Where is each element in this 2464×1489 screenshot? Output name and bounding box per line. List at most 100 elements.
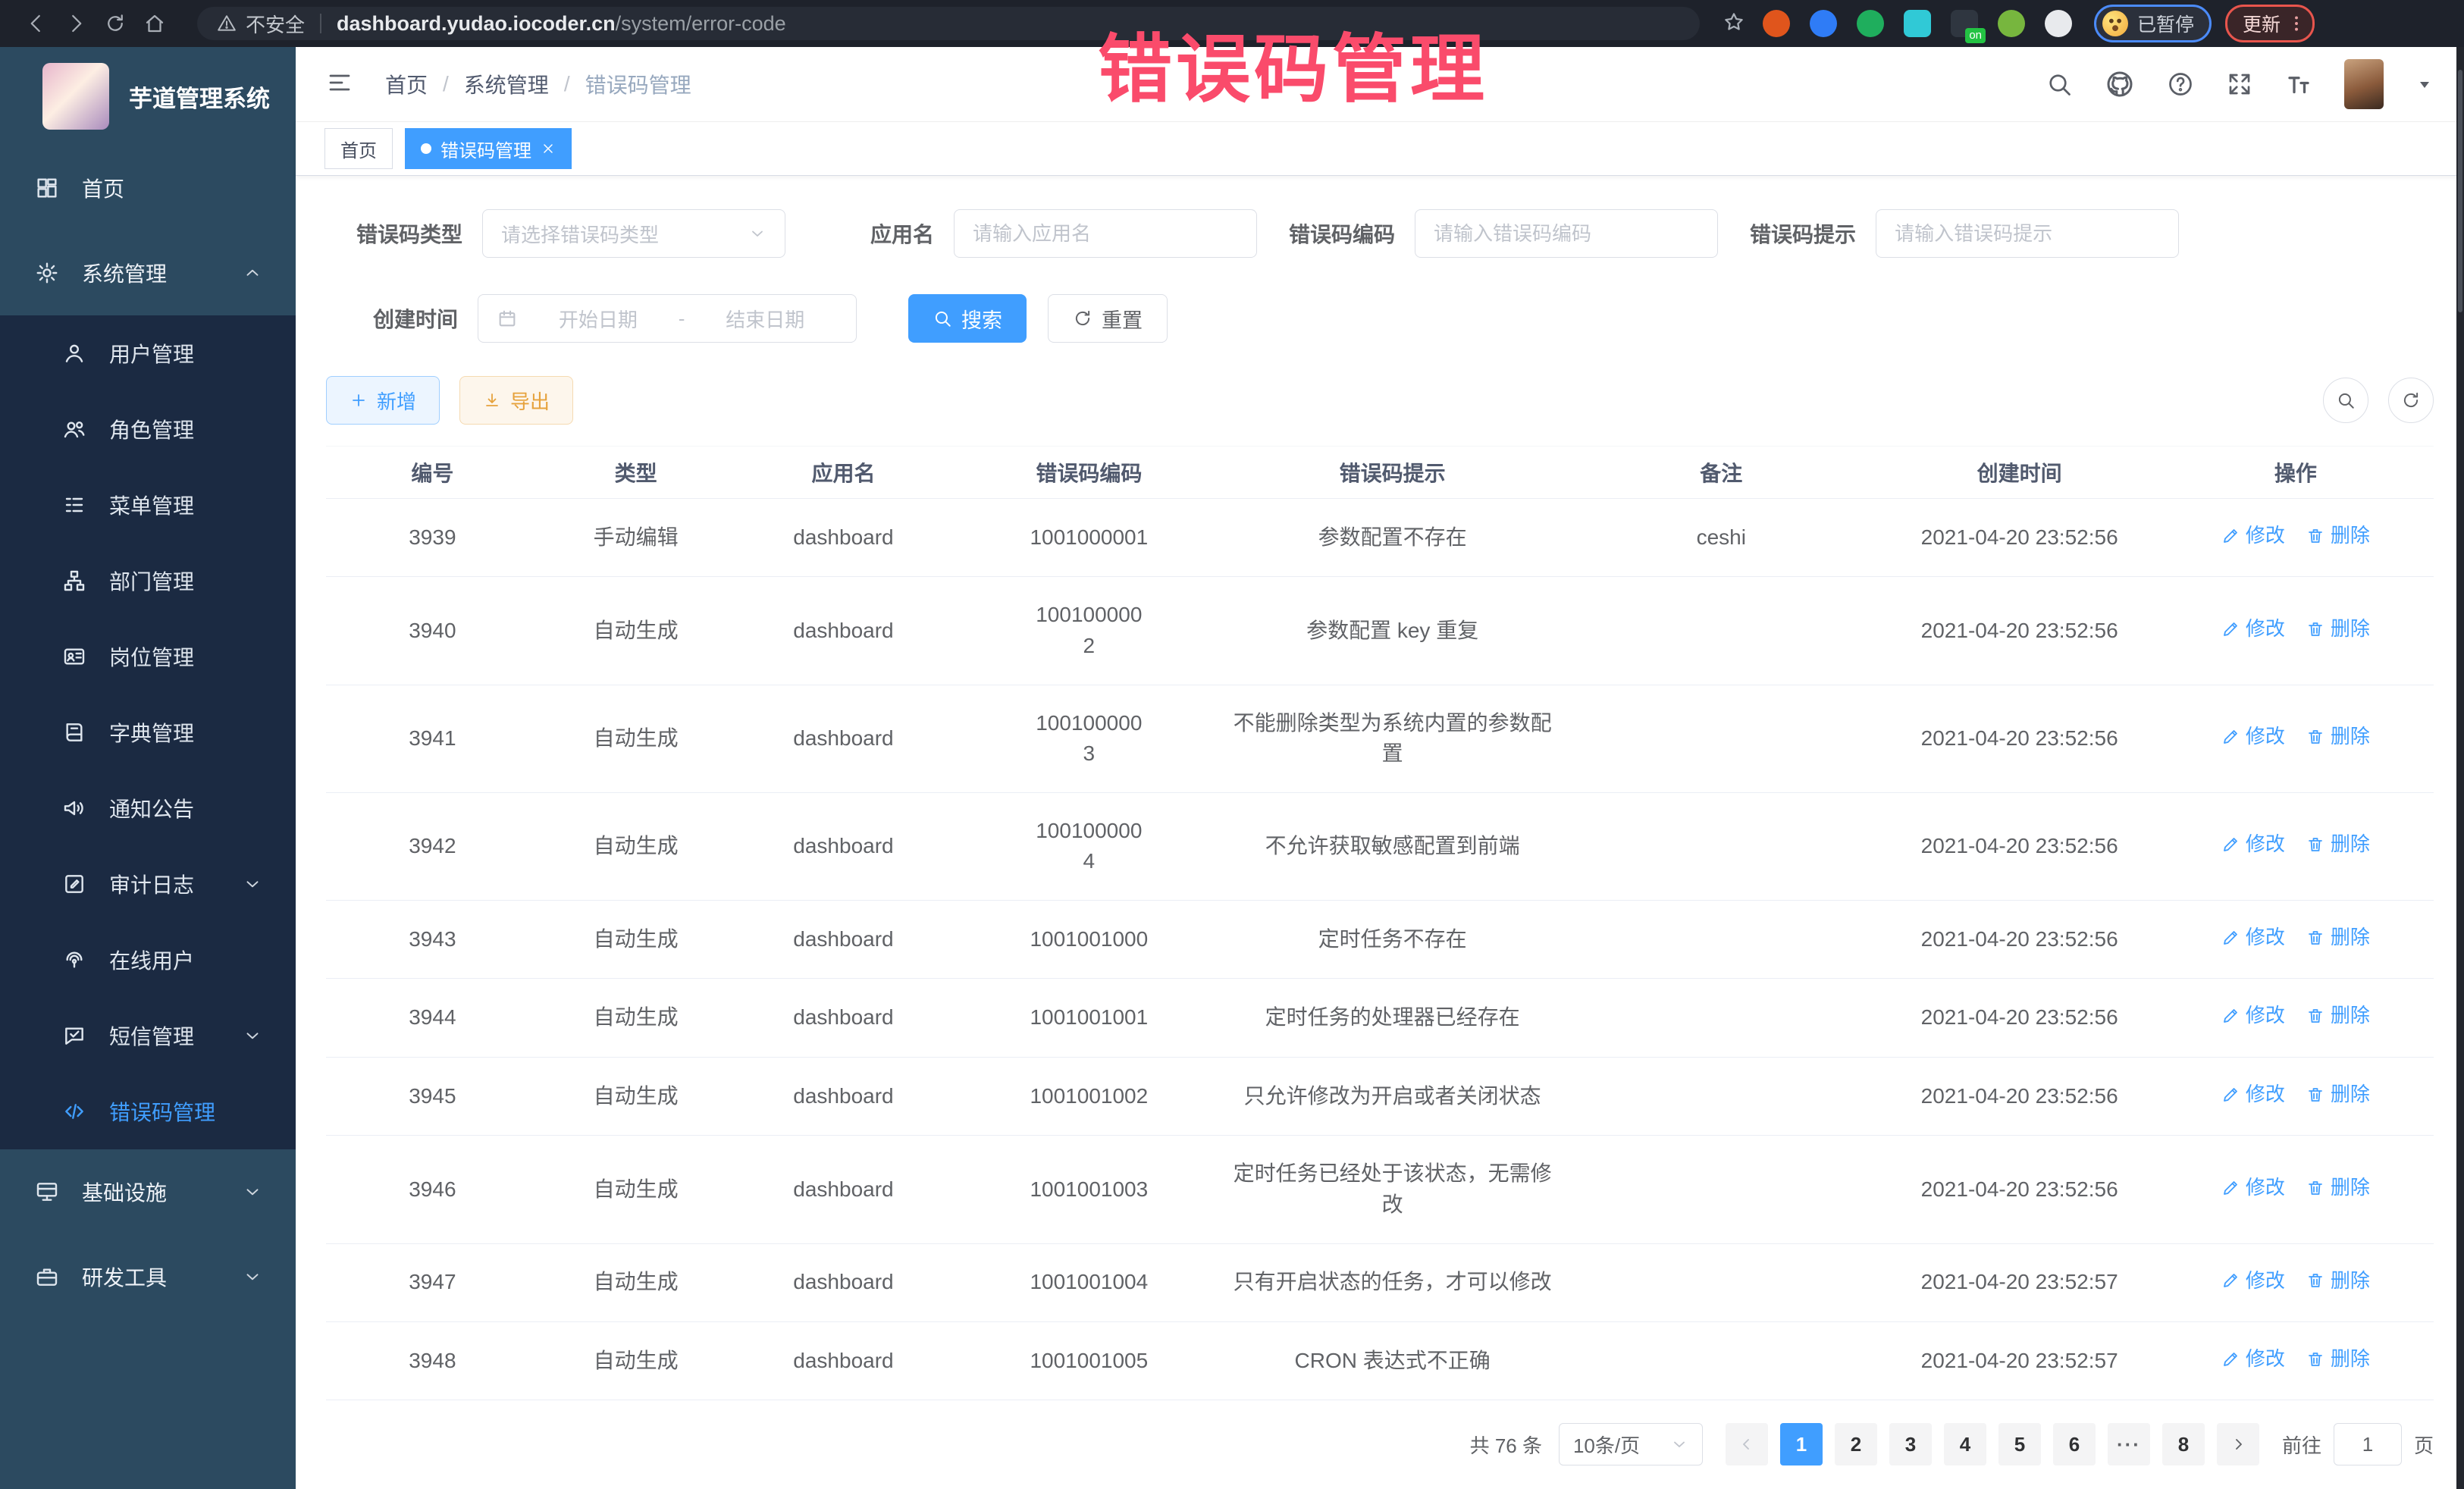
page-ellipsis[interactable]: ··· bbox=[2108, 1423, 2150, 1465]
reset-button-label: 重置 bbox=[1102, 304, 1143, 334]
row-id: 3947 bbox=[326, 1243, 539, 1321]
field-label: 创建时间 bbox=[373, 303, 458, 334]
browser-scrollbar[interactable] bbox=[2456, 47, 2464, 1489]
chevron-down-icon bbox=[243, 874, 262, 894]
sidebar-item[interactable]: 通知公告 bbox=[0, 770, 296, 846]
trash-icon bbox=[2306, 1350, 2324, 1368]
pencil-icon bbox=[2221, 728, 2240, 746]
delete-link[interactable]: 删除 bbox=[2306, 615, 2370, 644]
breadcrumb-item[interactable]: 系统管理 bbox=[464, 69, 549, 99]
edit-link[interactable]: 修改 bbox=[2221, 923, 2285, 952]
breadcrumb-item[interactable]: 首页 bbox=[385, 69, 428, 99]
delete-link[interactable]: 删除 bbox=[2306, 1080, 2370, 1109]
edit-link[interactable]: 修改 bbox=[2221, 1002, 2285, 1030]
error-code-type-select[interactable]: 请选择错误码类型 bbox=[482, 209, 785, 258]
delete-link[interactable]: 删除 bbox=[2306, 1002, 2370, 1030]
help-icon[interactable] bbox=[2167, 71, 2194, 98]
user-avatar[interactable] bbox=[2344, 59, 2384, 109]
breadcrumb-item: 错误码管理 bbox=[585, 69, 691, 99]
browser-menu-icon[interactable] bbox=[2287, 14, 2306, 33]
goto-page-input[interactable] bbox=[2334, 1423, 2402, 1465]
delete-link[interactable]: 删除 bbox=[2306, 723, 2370, 751]
sidebar-item[interactable]: 字典管理 bbox=[0, 694, 296, 770]
sidebar-item[interactable]: 菜单管理 bbox=[0, 467, 296, 543]
row-message: 定时任务不存在 bbox=[1224, 901, 1561, 979]
edit-link[interactable]: 修改 bbox=[2221, 1080, 2285, 1109]
export-button[interactable]: 导出 bbox=[459, 376, 573, 425]
caret-down-icon[interactable] bbox=[2415, 75, 2434, 93]
github-icon[interactable] bbox=[2105, 69, 2135, 99]
delete-link[interactable]: 删除 bbox=[2306, 1267, 2370, 1296]
edit-link[interactable]: 修改 bbox=[2221, 1174, 2285, 1202]
error-code-input[interactable] bbox=[1415, 209, 1718, 258]
extension-icon[interactable] bbox=[1857, 10, 1884, 37]
date-range-picker[interactable]: 开始日期 - 结束日期 bbox=[478, 294, 857, 343]
page-number-button[interactable]: 6 bbox=[2053, 1423, 2096, 1465]
error-message-input[interactable] bbox=[1876, 209, 2179, 258]
sidebar-item[interactable]: 岗位管理 bbox=[0, 619, 296, 694]
search-button[interactable]: 搜索 bbox=[908, 294, 1027, 343]
edit-link[interactable]: 修改 bbox=[2221, 1345, 2285, 1374]
sidebar-item[interactable]: 短信管理 bbox=[0, 998, 296, 1074]
extension-icon[interactable] bbox=[2045, 10, 2072, 37]
table-row: 3946自动生成dashboard1001001003定时任务已经处于该状态，无… bbox=[326, 1136, 2434, 1243]
table-row: 3948自动生成dashboard1001001005CRON 表达式不正确20… bbox=[326, 1321, 2434, 1400]
toggle-search-button[interactable] bbox=[2323, 378, 2368, 423]
sidebar-item[interactable]: 研发工具 bbox=[0, 1234, 296, 1319]
extension-icon[interactable]: on bbox=[1951, 10, 1978, 37]
sidebar-item[interactable]: 基础设施 bbox=[0, 1149, 296, 1234]
header-search-icon[interactable] bbox=[2045, 71, 2073, 98]
extension-icon[interactable] bbox=[1763, 10, 1790, 37]
page-number-button[interactable]: 2 bbox=[1835, 1423, 1877, 1465]
fullscreen-icon[interactable] bbox=[2226, 71, 2253, 98]
page-number-button[interactable]: 3 bbox=[1889, 1423, 1932, 1465]
sidebar-item[interactable]: 审计日志 bbox=[0, 846, 296, 922]
extension-icon[interactable] bbox=[1998, 10, 2025, 37]
page-number-button[interactable]: 4 bbox=[1944, 1423, 1986, 1465]
delete-link[interactable]: 删除 bbox=[2306, 1345, 2370, 1374]
page-number-button[interactable]: 5 bbox=[1998, 1423, 2041, 1465]
browser-home-button[interactable] bbox=[135, 7, 174, 40]
view-tag[interactable]: 错误码管理 bbox=[405, 128, 572, 169]
page-size-select[interactable]: 10条/页 bbox=[1559, 1423, 1703, 1465]
sidebar-item[interactable]: 错误码管理 bbox=[0, 1074, 296, 1149]
filter-error-code: 错误码编码 bbox=[1289, 209, 1718, 258]
column-header: 应用名 bbox=[733, 447, 955, 499]
browser-profile-button[interactable]: 已暂停 bbox=[2094, 5, 2212, 42]
delete-link[interactable]: 删除 bbox=[2306, 522, 2370, 550]
delete-link[interactable]: 删除 bbox=[2306, 1174, 2370, 1202]
sidebar-item[interactable]: 角色管理 bbox=[0, 391, 296, 467]
browser-back-button[interactable] bbox=[17, 7, 56, 40]
font-size-icon[interactable] bbox=[2285, 71, 2312, 98]
sidebar-collapse-button[interactable] bbox=[326, 69, 353, 100]
refresh-table-button[interactable] bbox=[2388, 378, 2434, 423]
sidebar-item[interactable]: 用户管理 bbox=[0, 315, 296, 391]
brand-area[interactable]: 芋道管理系统 bbox=[0, 47, 296, 146]
sidebar-item[interactable]: 部门管理 bbox=[0, 543, 296, 619]
edit-link[interactable]: 修改 bbox=[2221, 615, 2285, 644]
extension-icon[interactable] bbox=[1904, 10, 1931, 37]
reset-button[interactable]: 重置 bbox=[1048, 294, 1168, 343]
sidebar-item[interactable]: 系统管理 bbox=[0, 230, 296, 315]
browser-forward-button[interactable] bbox=[56, 7, 96, 40]
sidebar-item[interactable]: 在线用户 bbox=[0, 922, 296, 998]
page-number-button[interactable]: 8 bbox=[2162, 1423, 2205, 1465]
edit-link[interactable]: 修改 bbox=[2221, 1267, 2285, 1296]
edit-link[interactable]: 修改 bbox=[2221, 830, 2285, 859]
close-icon[interactable] bbox=[541, 141, 556, 156]
bookmark-star-button[interactable] bbox=[1723, 11, 1745, 37]
app-name-input[interactable] bbox=[954, 209, 1257, 258]
delete-link[interactable]: 删除 bbox=[2306, 830, 2370, 859]
delete-link[interactable]: 删除 bbox=[2306, 923, 2370, 952]
prev-page-button[interactable] bbox=[1726, 1423, 1768, 1465]
sidebar-item[interactable]: 首页 bbox=[0, 146, 296, 230]
add-button[interactable]: 新增 bbox=[326, 376, 440, 425]
browser-update-button[interactable]: 更新 bbox=[2225, 5, 2315, 42]
browser-reload-button[interactable] bbox=[96, 7, 135, 40]
page-number-button[interactable]: 1 bbox=[1780, 1423, 1823, 1465]
next-page-button[interactable] bbox=[2217, 1423, 2259, 1465]
extension-icon[interactable] bbox=[1810, 10, 1837, 37]
edit-link[interactable]: 修改 bbox=[2221, 723, 2285, 751]
view-tag[interactable]: 首页 bbox=[324, 128, 393, 169]
edit-link[interactable]: 修改 bbox=[2221, 522, 2285, 550]
